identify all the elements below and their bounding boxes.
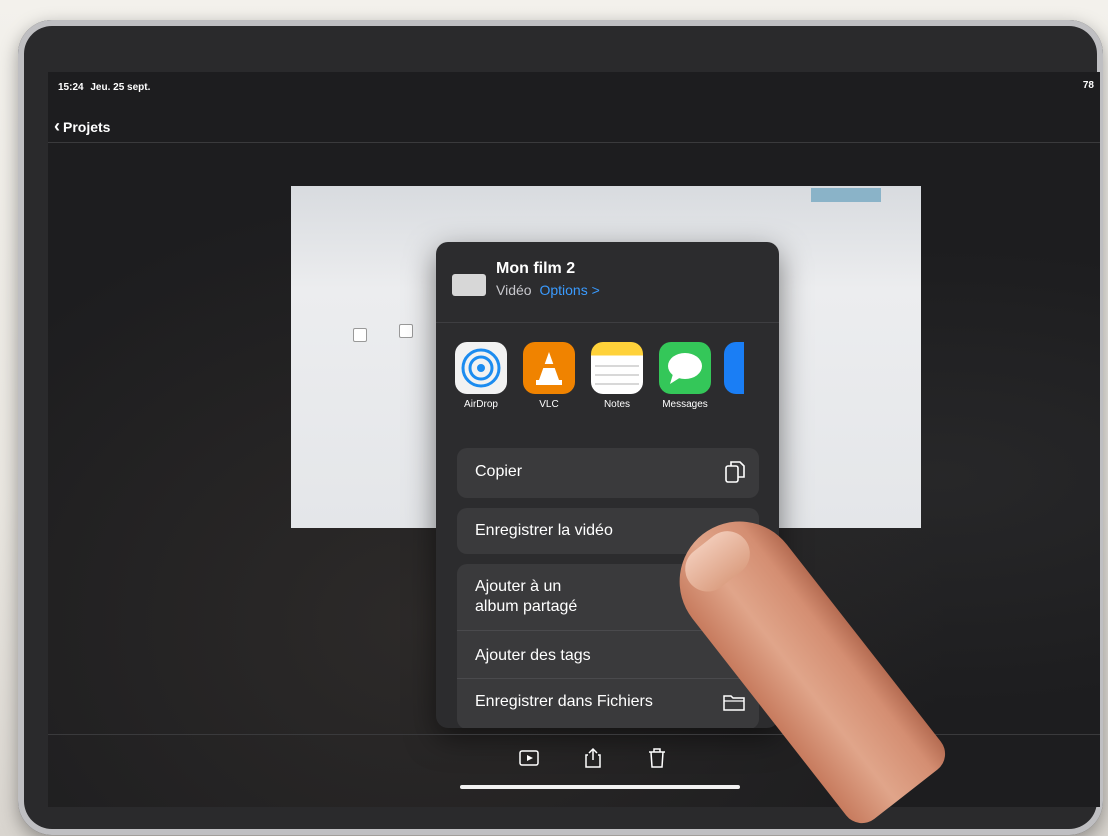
options-link[interactable]: Options > — [539, 282, 599, 298]
battery-level: 78 — [1082, 80, 1094, 91]
cup-1 — [353, 328, 367, 342]
share-subtitle: Vidéo Options > — [496, 282, 600, 298]
cup-2 — [399, 324, 413, 338]
chevron-left-icon: ‹ — [54, 116, 60, 136]
home-indicator — [460, 785, 740, 789]
toolbar-divider — [48, 734, 1100, 735]
app-partial[interactable] — [724, 342, 744, 410]
add-shared-album-line1: Ajouter à un — [475, 578, 562, 595]
folder-icon — [723, 693, 745, 716]
ipad-screen: 15:24 Jeu. 25 sept. 78 ‹ Projets Mon fil… — [48, 72, 1100, 807]
app-airdrop[interactable]: AirDrop — [452, 342, 510, 410]
save-to-files-button[interactable]: Enregistrer dans Fichiers — [457, 678, 759, 728]
copy-label: Copier — [475, 463, 523, 480]
app-label: AirDrop — [464, 399, 498, 410]
status-date: Jeu. 25 sept. — [90, 82, 151, 93]
status-time: 15:24 — [58, 82, 84, 93]
save-to-files-label: Enregistrer dans Fichiers — [475, 693, 653, 710]
app-label: Messages — [662, 399, 708, 410]
status-bar-left: 15:24 Jeu. 25 sept. — [58, 82, 150, 93]
app-messages[interactable]: Messages — [656, 342, 714, 410]
share-button[interactable] — [582, 747, 604, 769]
copy-button[interactable]: Copier — [457, 448, 759, 498]
status-bar-right: 78 — [1083, 80, 1094, 91]
app-notes[interactable]: Notes — [588, 342, 646, 410]
header-divider — [48, 142, 1100, 143]
add-shared-album-line2: album partagé — [475, 598, 578, 615]
bottom-toolbar — [518, 747, 668, 769]
share-apps-row: AirDrop VLC Notes Messages — [452, 342, 744, 410]
notes-icon — [591, 342, 643, 394]
trash-button[interactable] — [646, 747, 668, 769]
box-object — [811, 188, 881, 202]
save-video-label: Enregistrer la vidéo — [475, 522, 613, 539]
vlc-icon — [523, 342, 575, 394]
app-label: VLC — [539, 399, 559, 410]
share-header: Mon film 2 Vidéo Options > — [436, 242, 779, 323]
share-kind: Vidéo — [496, 282, 532, 298]
share-title: Mon film 2 — [496, 260, 576, 277]
airdrop-icon — [455, 342, 507, 394]
app-label: Notes — [603, 399, 631, 410]
back-label: Projets — [63, 118, 111, 135]
copy-icon — [725, 460, 745, 483]
mail-icon — [724, 342, 744, 394]
app-vlc[interactable]: VLC — [520, 342, 578, 410]
back-button[interactable]: ‹ Projets — [54, 116, 110, 137]
messages-icon — [659, 342, 711, 394]
add-tags-label: Ajouter des tags — [475, 647, 591, 664]
play-button[interactable] — [518, 747, 540, 769]
video-thumbnail — [452, 274, 486, 296]
